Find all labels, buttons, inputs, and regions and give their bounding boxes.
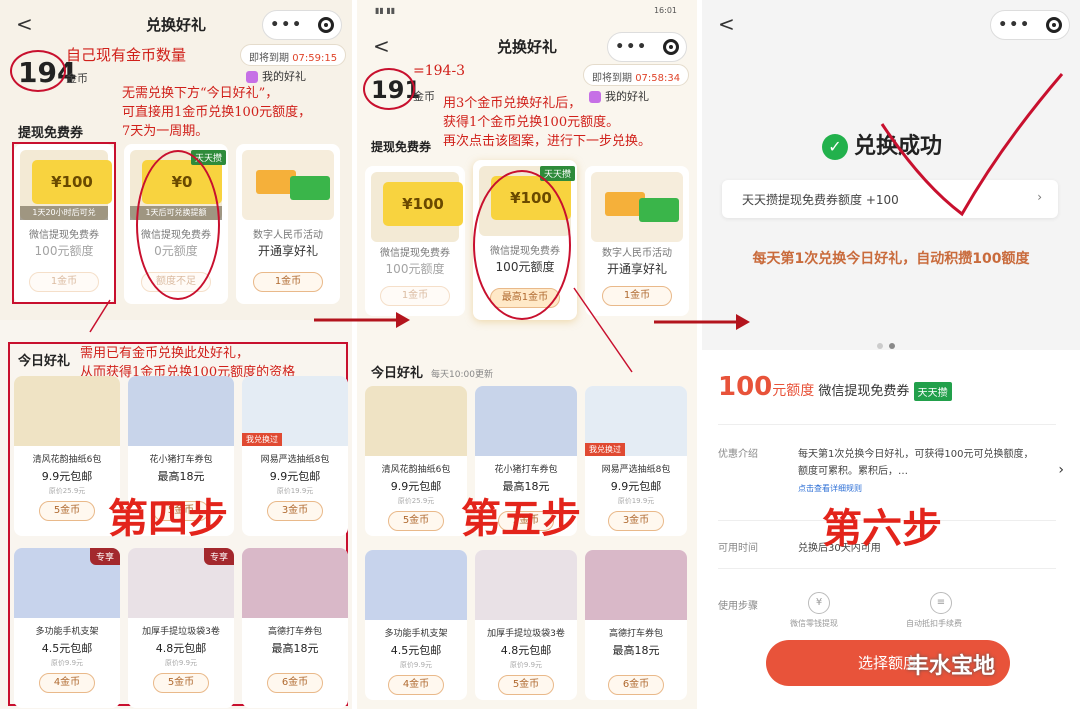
flow-arrows	[89, 287, 750, 373]
arrow-pointer	[573, 287, 633, 373]
arrowhead	[396, 312, 410, 328]
arrow-pointer	[89, 299, 111, 333]
arrowhead	[736, 314, 750, 330]
